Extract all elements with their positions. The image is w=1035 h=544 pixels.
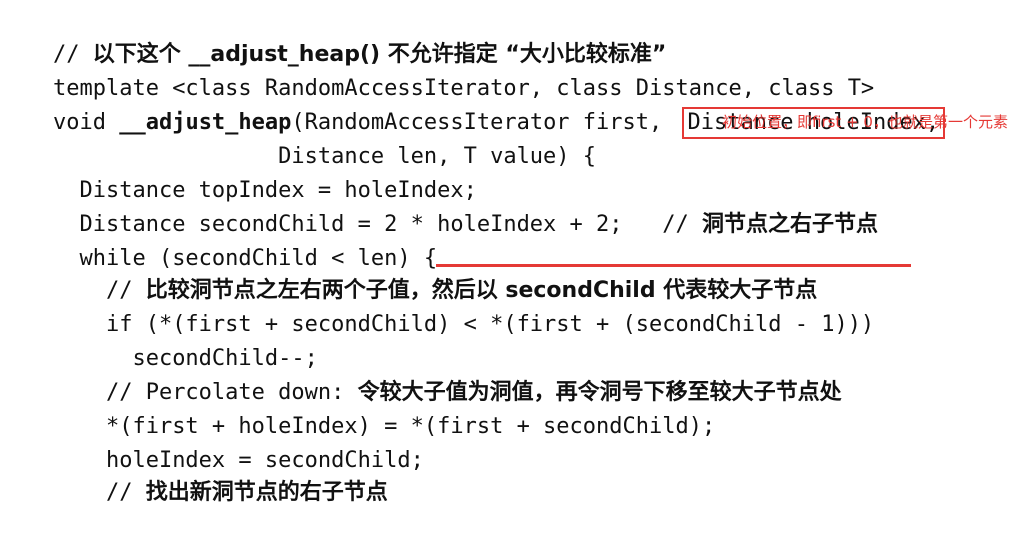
code-line-2: template <class RandomAccessIterator, cl… <box>0 38 874 101</box>
code-line-5: Distance topIndex = holeIndex; <box>0 140 476 203</box>
comment-text: 洞节点之右子节点 <box>702 212 879 237</box>
comment-prefix: // <box>52 480 146 505</box>
comment-text: 找出新洞节点的右子节点 <box>145 480 388 505</box>
code-line-6: Distance secondChild = 2 * holeIndex + 2… <box>0 174 878 237</box>
code-line-4: Distance len, T value) { <box>0 106 596 169</box>
code-line-12: *(first + holeIndex) = *(first + secondC… <box>0 376 715 439</box>
code-line-8: // 比较洞节点之左右两个子值，然后以 secondChild 代表较大子节点 <box>0 240 817 303</box>
code-line-7: while (secondChild < len) { <box>0 208 437 271</box>
code-snippet: // 以下这个 __adjust_heap() 不允许指定 “大小比较标准” t… <box>0 0 1035 505</box>
code-line-3: void __adjust_heap(RandomAccessIterator … <box>0 72 946 139</box>
highlight-underline <box>436 264 911 267</box>
code-line-11: // Percolate down: 令较大子值为洞值，再令洞号下移至较大子节点… <box>0 342 842 405</box>
code-line-1: // 以下这个 __adjust_heap() 不允许指定 “大小比较标准” <box>0 4 666 67</box>
comment-prefix: // <box>622 212 703 237</box>
annotation-note: 初始位置，即first + 0，也就是第一个元素 <box>722 113 1008 131</box>
code-line-13: holeIndex = secondChild; <box>0 410 424 473</box>
code-line-14: // 找出新洞节点的右子节点 <box>0 442 388 505</box>
code-line-10: secondChild--; <box>0 308 317 371</box>
code-line-9: if (*(first + secondChild) < *(first + (… <box>0 274 874 337</box>
